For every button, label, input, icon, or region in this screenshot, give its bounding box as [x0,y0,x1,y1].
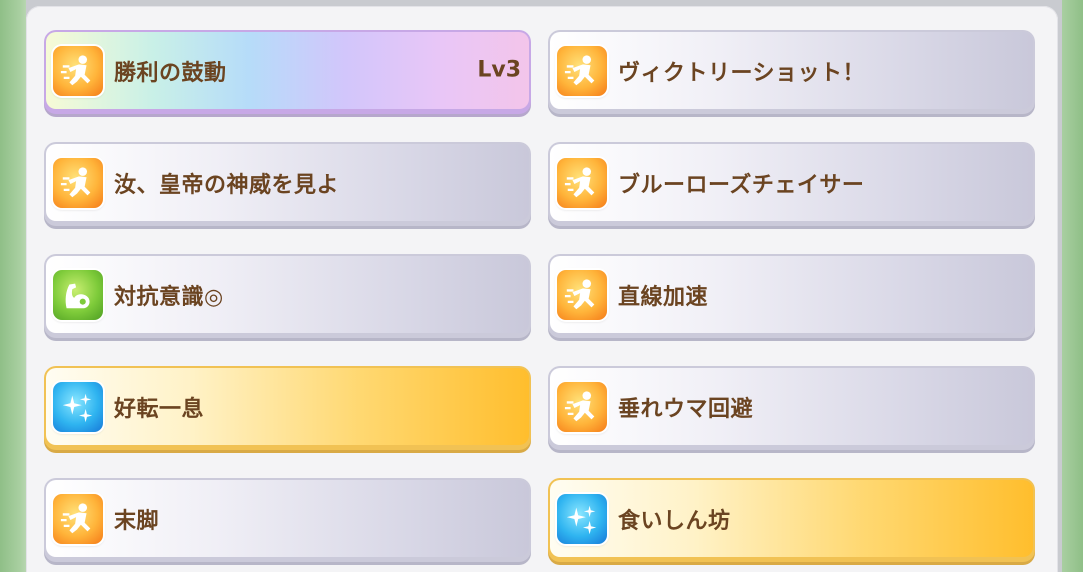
recovery-sparkle-icon [53,381,103,432]
skill-card-1[interactable]: 勝利の鼓動 Lv3 [44,30,531,114]
speed-runner-icon [557,381,607,432]
recovery-sparkle-icon [557,493,607,544]
skill-card-8[interactable]: 垂れウマ回避 [548,366,1035,450]
skill-grid: 勝利の鼓動 Lv3 ヴィクトリーショット！ 汝、皇帝の神威を見よ ブルーローズチ… [44,30,1035,562]
speed-runner-icon [557,269,607,320]
skill-card-5[interactable]: 対抗意識◎ [44,254,531,338]
skill-card-body: 末脚 [46,480,529,557]
skill-name: ブルーローズチェイサー [618,172,865,198]
speed-runner-icon [53,493,103,544]
skill-card-6[interactable]: 直線加速 [548,254,1035,338]
skill-name: 好転一息 [114,396,205,422]
skill-card-body: 汝、皇帝の神威を見よ [46,144,529,221]
skill-card-9[interactable]: 末脚 [44,478,531,562]
skill-card-10[interactable]: 食いしん坊 [548,478,1035,562]
skill-card-body: 好転一息 [46,368,529,445]
skill-name: ヴィクトリーショット！ [618,60,866,86]
skill-card-7[interactable]: 好転一息 [44,366,531,450]
skill-name: 勝利の鼓動 [114,60,227,86]
skill-name: 末脚 [114,508,160,534]
speed-runner-icon [53,45,103,96]
skill-card-body: 直線加速 [550,256,1033,333]
skill-level: Lv3 [477,56,521,82]
skill-card-body: 勝利の鼓動 Lv3 [46,32,529,109]
skill-name: 対抗意識◎ [114,284,224,310]
skill-card-body: 垂れウマ回避 [550,368,1033,445]
skill-card-body: 対抗意識◎ [46,256,529,333]
skill-name: 汝、皇帝の神威を見よ [114,172,340,198]
speed-runner-icon [557,45,607,96]
speed-runner-icon [53,157,103,208]
skill-name: 食いしん坊 [618,508,731,534]
skill-card-body: 食いしん坊 [550,480,1033,557]
skill-name: 垂れウマ回避 [618,396,754,422]
skill-card-body: ブルーローズチェイサー [550,144,1033,221]
skill-card-body: ヴィクトリーショット！ [550,32,1033,109]
power-arm-icon [53,269,103,320]
skill-card-2[interactable]: ヴィクトリーショット！ [548,30,1035,114]
skill-name: 直線加速 [618,284,709,310]
skill-card-4[interactable]: ブルーローズチェイサー [548,142,1035,226]
speed-runner-icon [557,157,607,208]
skill-card-3[interactable]: 汝、皇帝の神威を見よ [44,142,531,226]
